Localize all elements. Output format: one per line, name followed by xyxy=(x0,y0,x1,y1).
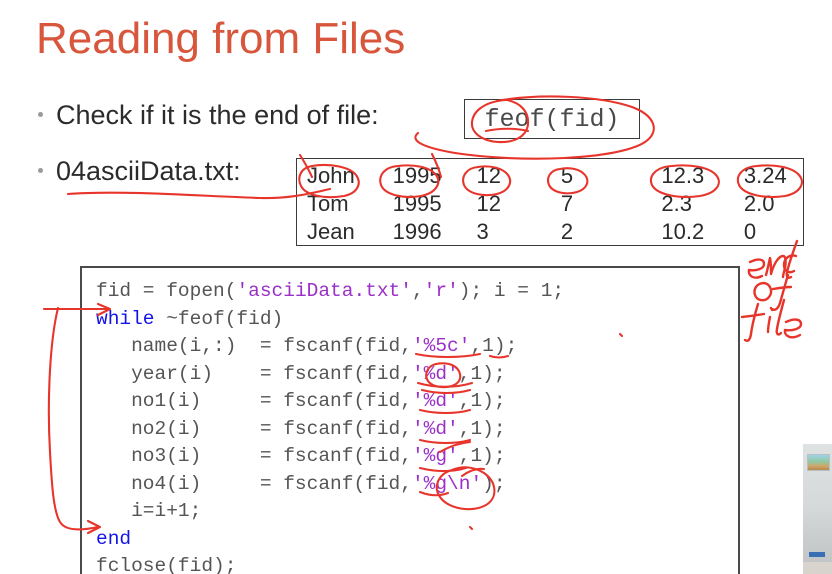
cell-name: John xyxy=(307,163,355,188)
cell-no3: 12.3 xyxy=(661,163,705,188)
cell-no3: 10.2 xyxy=(661,219,705,244)
ink-underline-filename xyxy=(66,187,332,200)
floor-strip xyxy=(803,562,832,574)
feof-code-text: feof(fid) xyxy=(484,104,620,134)
ascii-data-table: John 1995 12 5 12.3 3.24 Tom 1995 12 7 2… xyxy=(307,163,803,247)
cell-no4: 3.24 xyxy=(743,163,787,188)
code-token: fclose(fid); xyxy=(96,555,237,574)
code-token: no2(i) = fscanf(fid, xyxy=(96,417,412,440)
code-token: ,1); xyxy=(458,362,506,385)
table-row: John 1995 12 5 12.3 3.24 xyxy=(307,163,803,191)
code-token: ,1); xyxy=(458,390,506,412)
table-row: Tom 1995 12 7 2.3 2.0 xyxy=(307,191,803,219)
cell-no1: 3 xyxy=(476,219,489,244)
code-token: ,1); xyxy=(470,335,518,357)
code-token: year(i) = fscanf(fid, xyxy=(96,362,412,385)
wall-picture xyxy=(807,454,830,471)
code-token: '%5c' xyxy=(411,335,471,357)
cell-no4: 2.0 xyxy=(743,191,775,216)
cell-no1: 12 xyxy=(476,163,501,188)
code-token: end xyxy=(96,527,132,550)
code-token: '%d' xyxy=(411,417,459,440)
bullet-item-2-label: 04asciiData.txt: xyxy=(56,156,241,186)
matlab-code-block: fid = fopen('asciiData.txt','r'); i = 1;… xyxy=(80,266,740,574)
cell-name: Tom xyxy=(307,191,349,216)
code-token: ,1); xyxy=(458,417,506,440)
code-token: 'r' xyxy=(423,280,459,302)
bullet-item-1: Check if it is the end of file: xyxy=(38,100,379,131)
feof-code-box: feof(fid) xyxy=(464,99,640,139)
code-token: '%g\n' xyxy=(411,472,483,495)
desk-object xyxy=(809,552,825,557)
code-token: 'asciiData.txt' xyxy=(236,280,412,302)
cell-no2: 7 xyxy=(560,191,574,216)
code-token: '%d' xyxy=(411,362,459,385)
cell-no2: 2 xyxy=(560,219,574,244)
bullet-item-2: 04asciiData.txt: xyxy=(38,156,241,187)
slide-canvas: Reading from Files Check if it is the en… xyxy=(0,0,832,574)
cell-no2: 5 xyxy=(560,163,574,188)
code-token: no3(i) = fscanf(fid, xyxy=(96,445,412,467)
code-token: ,1); xyxy=(458,445,506,467)
code-token: fid = fopen( xyxy=(96,280,237,302)
cell-no3: 2.3 xyxy=(661,191,692,216)
code-token: ~feof(fid) xyxy=(154,307,284,330)
code-token: ); i = 1; xyxy=(458,280,565,302)
bullet-dot-icon xyxy=(38,112,43,117)
code-listing: fid = fopen('asciiData.txt','r'); i = 1;… xyxy=(96,278,738,574)
cell-year: 1995 xyxy=(392,191,442,216)
code-token: ); xyxy=(482,472,506,495)
presenter-webcam-overlay xyxy=(803,444,832,574)
bullet-dot-icon xyxy=(38,168,43,173)
page-title: Reading from Files xyxy=(36,14,406,63)
cell-name: Jean xyxy=(307,219,355,244)
code-token: no1(i) = fscanf(fid, xyxy=(96,390,412,412)
code-token: no4(i) = fscanf(fid, xyxy=(96,472,412,495)
code-token: name(i,:) = fscanf(fid, xyxy=(96,335,412,357)
cell-no4: 0 xyxy=(743,219,757,244)
code-token: , xyxy=(411,280,424,302)
cell-no1: 12 xyxy=(476,191,501,216)
code-token: '%d' xyxy=(411,390,459,412)
ink-handwriting-end-of-file xyxy=(740,239,803,342)
bullet-item-1-label: Check if it is the end of file: xyxy=(56,100,379,130)
cell-year: 1996 xyxy=(392,219,442,244)
cell-year: 1995 xyxy=(392,163,442,188)
code-token: '%g' xyxy=(411,445,459,467)
table-row: Jean 1996 3 2 10.2 0 xyxy=(307,219,803,247)
code-token: while xyxy=(96,307,155,330)
data-file-preview-table: John 1995 12 5 12.3 3.24 Tom 1995 12 7 2… xyxy=(296,158,804,246)
code-token: i=i+1; xyxy=(96,500,202,522)
